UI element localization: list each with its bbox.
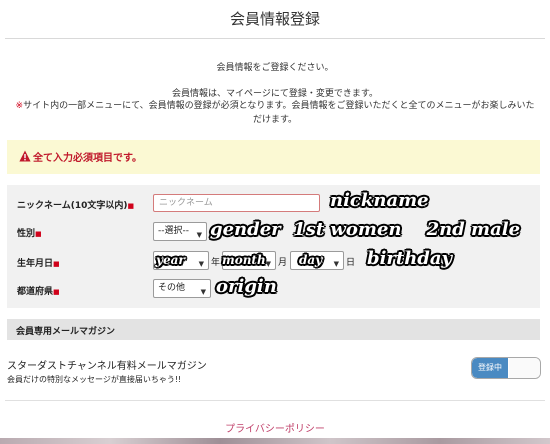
footer-divider (5, 400, 545, 401)
prefecture-select-value: その他 (158, 283, 186, 293)
intro-note: サイト内の一部メニューにて、会員情報の登録が必須となります。会員情報をご登録いた… (23, 101, 535, 125)
annotation-gender: gender 1st women 2nd male (210, 219, 521, 240)
member-form: ニックネーム(10文字以内)■ ニックネーム 性別■ --選択-- ▼ 生年月日… (7, 185, 540, 308)
newsletter-section-header: 会員専用メールマガジン (7, 319, 540, 340)
alert-text: 全て入力必須項目です。 (33, 153, 142, 164)
day-unit: 日 (346, 258, 356, 268)
newsletter-description: 会員だけの特別なメッセージが直接届いちゃう!! (7, 375, 182, 384)
background-strip (0, 438, 550, 444)
chevron-down-icon: ▼ (196, 231, 202, 239)
required-mark: ■ (127, 202, 135, 210)
intro-text-1: 会員情報をご登録ください。 (216, 63, 334, 73)
newsletter-toggle[interactable]: 登録中 (471, 357, 541, 379)
nickname-label: ニックネーム(10文字以内)■ (17, 201, 135, 211)
required-alert: 全て入力必須項目です。 (7, 140, 540, 174)
gender-select[interactable]: --選択-- ▼ (153, 222, 207, 241)
chevron-down-icon: ▼ (200, 288, 206, 296)
title-divider (5, 38, 545, 39)
annotation-year: year (156, 253, 185, 267)
chevron-down-icon: ▼ (265, 260, 271, 268)
month-unit: 月 (278, 258, 288, 268)
gender-select-value: --選択-- (158, 226, 189, 236)
prefecture-select[interactable]: その他 ▼ (153, 279, 211, 298)
annotation-nickname: nickname (330, 190, 429, 211)
chevron-down-icon: ▼ (333, 260, 339, 268)
annotation-origin: origin (216, 276, 277, 297)
prefecture-label: 都道府県■ (17, 287, 60, 297)
required-mark: ■ (35, 230, 42, 238)
privacy-policy-link[interactable]: プライバシーポリシー (0, 420, 550, 435)
intro-text-3: ※サイト内の一部メニューにて、会員情報の登録が必須となります。会員情報をご登録い… (12, 99, 538, 127)
note-mark: ※ (15, 101, 24, 111)
annotation-birthday: birthday (367, 248, 453, 269)
warning-icon (19, 150, 31, 162)
page-title: 会員情報登録 (229, 10, 320, 28)
annotation-month: month (222, 253, 266, 267)
required-mark: ■ (53, 260, 60, 268)
year-unit: 年 (211, 258, 221, 268)
nickname-input[interactable]: ニックネーム (153, 194, 320, 212)
annotation-day: day (299, 253, 323, 267)
toggle-on-label: 登録中 (472, 358, 508, 378)
chevron-down-icon: ▼ (198, 260, 204, 268)
toggle-knob (509, 358, 540, 378)
birthday-label: 生年月日■ (17, 259, 60, 269)
required-mark: ■ (53, 288, 60, 296)
newsletter-title: スターダストチャンネル有料メールマガジン (7, 361, 207, 372)
intro-text-2: 会員情報は、マイページにて登録・変更できます。 (172, 89, 378, 99)
gender-label: 性別■ (17, 229, 42, 239)
